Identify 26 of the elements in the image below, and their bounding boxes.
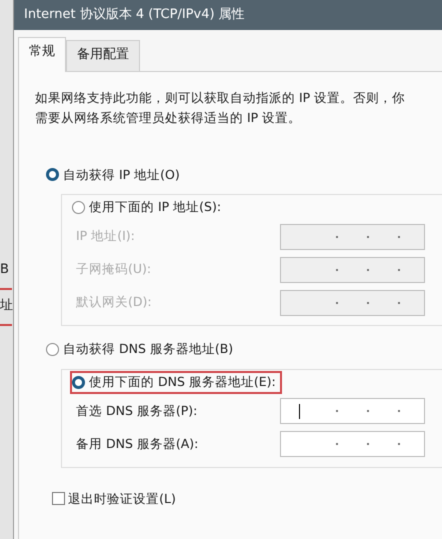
background-window-text: B: [0, 262, 12, 290]
radio-button[interactable]: [72, 201, 85, 214]
ip-address-field[interactable]: [280, 431, 425, 457]
window-title: Internet 协议版本 4 (TCP/IPv4) 属性: [14, 0, 442, 30]
description-text: 如果网络支持此功能，则可以获取自动指派的 IP 设置。否则，你需要从网络系统管理员处获得适当的 IP 设置。: [35, 88, 406, 126]
radio-label: 使用下面的 DNS 服务器地址(E):: [89, 372, 276, 391]
ip-address-field[interactable]: [280, 290, 425, 316]
field-label: 子网掩码(U):: [76, 260, 152, 278]
radio-button[interactable]: [46, 168, 59, 182]
radio-button[interactable]: [72, 376, 85, 389]
tab[interactable]: 常规: [18, 37, 66, 72]
ip-address-field[interactable]: [280, 224, 425, 250]
checkbox-label: 退出时验证设置(L): [68, 490, 176, 508]
field-label: 默认网关(D):: [76, 293, 153, 312]
field-label: 备用 DNS 服务器(A):: [76, 434, 200, 453]
tab[interactable]: 备用配置: [66, 40, 140, 70]
radio-button[interactable]: [46, 342, 59, 356]
radio-label: 使用下面的 IP 地址(S):: [89, 198, 222, 216]
checkbox[interactable]: [52, 492, 65, 506]
radio-label: 自动获得 IP 地址(O): [63, 166, 180, 184]
ip-address-field[interactable]: [280, 398, 425, 424]
field-label: 首选 DNS 服务器(P):: [76, 402, 198, 420]
radio-label: 自动获得 DNS 服务器地址(B): [63, 340, 234, 358]
background-window-text: 址: [0, 298, 12, 326]
ip-address-field[interactable]: [280, 256, 425, 282]
field-label: IP 地址(I):: [76, 227, 136, 246]
